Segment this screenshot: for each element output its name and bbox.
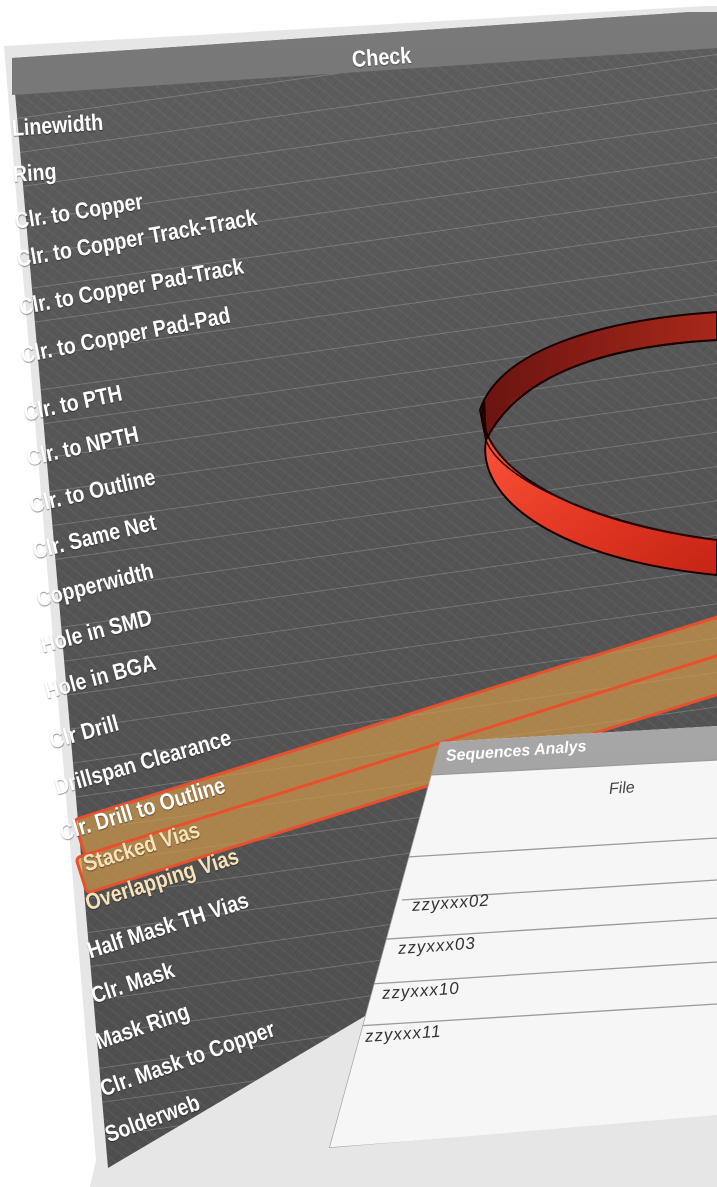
sequences-file-column-header[interactable]: File [608, 779, 635, 799]
screenshot-stage: Check Linewidth Ring Clr. to Copper Clr.… [0, 0, 717, 1187]
